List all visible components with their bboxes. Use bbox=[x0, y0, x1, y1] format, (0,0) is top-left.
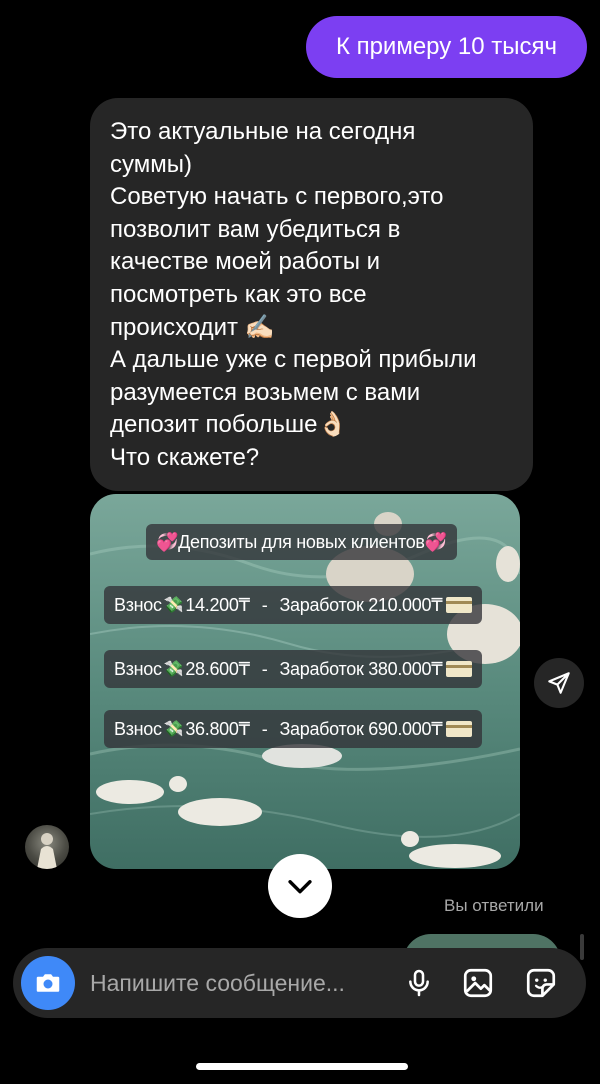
row-separator: - bbox=[261, 718, 268, 739]
chevron-down-icon bbox=[288, 880, 312, 894]
deposit-amount: 36.800₸ bbox=[185, 718, 250, 739]
scroll-to-bottom-button[interactable] bbox=[268, 854, 332, 918]
message-line: депозит побольше👌🏻 bbox=[110, 411, 348, 439]
camera-button[interactable] bbox=[21, 956, 75, 1010]
replied-label: Вы ответили bbox=[444, 896, 544, 915]
microphone-icon bbox=[409, 969, 429, 997]
gallery-button[interactable] bbox=[458, 963, 498, 1003]
earning-text: Заработок 690.000₸ bbox=[279, 718, 443, 739]
deposit-label: Взнос bbox=[114, 718, 162, 739]
promo-row: Взнос 💸 14.200₸ - Заработок 210.000₸ bbox=[104, 586, 483, 624]
deposit-amount: 14.200₸ bbox=[185, 594, 250, 615]
promo-row: Взнос 💸 28.600₸ - Заработок 380.000₸ bbox=[104, 650, 483, 688]
avatar[interactable] bbox=[25, 825, 69, 869]
promo-row: Взнос 💸 36.800₸ - Заработок 690.000₸ bbox=[104, 710, 483, 748]
message-input[interactable] bbox=[90, 966, 390, 1000]
scrollbar[interactable] bbox=[580, 934, 584, 960]
earning-text: Заработок 380.000₸ bbox=[279, 658, 443, 679]
sticker-button[interactable] bbox=[521, 963, 561, 1003]
sent-message-text: К примеру 10 тысяч bbox=[335, 33, 558, 60]
money-icon: 💸 bbox=[163, 661, 184, 678]
image-message[interactable]: 💞Депозиты для новых клиентов💞 Взнос 💸 14… bbox=[90, 494, 520, 869]
row-separator: - bbox=[261, 594, 268, 615]
message-composer bbox=[13, 948, 586, 1018]
camera-icon bbox=[36, 974, 60, 992]
message-line: А дальше уже с первой прибыли bbox=[110, 346, 477, 374]
message-line: суммы) bbox=[110, 150, 192, 178]
credit-card-icon bbox=[446, 721, 473, 737]
sticker-icon bbox=[526, 968, 556, 998]
money-icon: 💸 bbox=[163, 597, 184, 614]
message-line: качестве моей работы и bbox=[110, 248, 381, 276]
credit-card-icon bbox=[446, 597, 473, 613]
earning-text: Заработок 210.000₸ bbox=[279, 594, 443, 615]
money-icon: 💸 bbox=[163, 721, 184, 738]
avatar-photo bbox=[37, 833, 57, 869]
deposit-amount: 28.600₸ bbox=[185, 658, 250, 679]
row-separator: - bbox=[261, 658, 268, 679]
sent-message-bubble[interactable]: К примеру 10 тысяч bbox=[306, 16, 587, 78]
message-line: Что скажете? bbox=[110, 443, 260, 471]
message-line: разумеется возьмем с вами bbox=[110, 378, 421, 406]
promo-title: 💞Депозиты для новых клиентов💞 bbox=[146, 524, 457, 560]
home-indicator bbox=[196, 1063, 408, 1070]
message-line: происходит ✍🏻 bbox=[110, 313, 275, 341]
received-message-bubble[interactable]: Это актуальные на сегодня суммы) Советую… bbox=[90, 98, 533, 491]
deposit-label: Взнос bbox=[114, 658, 162, 679]
message-line: посмотреть как это все bbox=[110, 280, 367, 308]
voice-message-button[interactable] bbox=[399, 963, 439, 1003]
share-button[interactable] bbox=[534, 658, 584, 708]
deposit-label: Взнос bbox=[114, 594, 162, 615]
message-line: Советую начать с первого,это bbox=[110, 183, 444, 211]
paper-plane-icon bbox=[548, 672, 570, 694]
gallery-icon bbox=[463, 968, 493, 998]
credit-card-icon bbox=[446, 661, 473, 677]
message-line: позволит вам убедиться в bbox=[110, 215, 401, 243]
message-line: Это актуальные на сегодня bbox=[110, 118, 416, 145]
